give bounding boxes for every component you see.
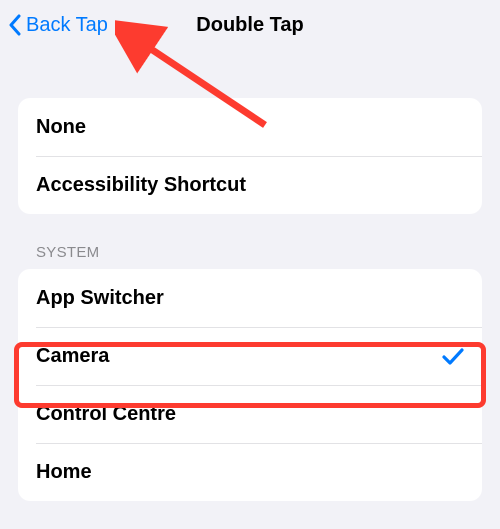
back-button[interactable]: Back Tap (8, 0, 108, 50)
chevron-left-icon (8, 14, 22, 36)
option-label: Accessibility Shortcut (36, 174, 246, 197)
page-title: Double Tap (196, 14, 303, 37)
option-home[interactable]: Home (18, 443, 482, 501)
navigation-bar: Back Tap Double Tap (0, 0, 500, 50)
option-accessibility-shortcut[interactable]: Accessibility Shortcut (18, 156, 482, 214)
back-button-label: Back Tap (26, 14, 108, 37)
options-group-system: App Switcher Camera Control Centre Home (18, 269, 482, 501)
option-none[interactable]: None (18, 98, 482, 156)
checkmark-icon (442, 347, 464, 365)
option-label: None (36, 116, 86, 139)
option-label: Camera (36, 345, 109, 368)
option-label: Home (36, 461, 92, 484)
option-label: App Switcher (36, 287, 164, 310)
option-app-switcher[interactable]: App Switcher (18, 269, 482, 327)
option-camera[interactable]: Camera (18, 327, 482, 385)
option-label: Control Centre (36, 403, 176, 426)
section-header-system: SYSTEM (18, 244, 482, 269)
options-group-1: None Accessibility Shortcut (18, 98, 482, 214)
option-control-centre[interactable]: Control Centre (18, 385, 482, 443)
